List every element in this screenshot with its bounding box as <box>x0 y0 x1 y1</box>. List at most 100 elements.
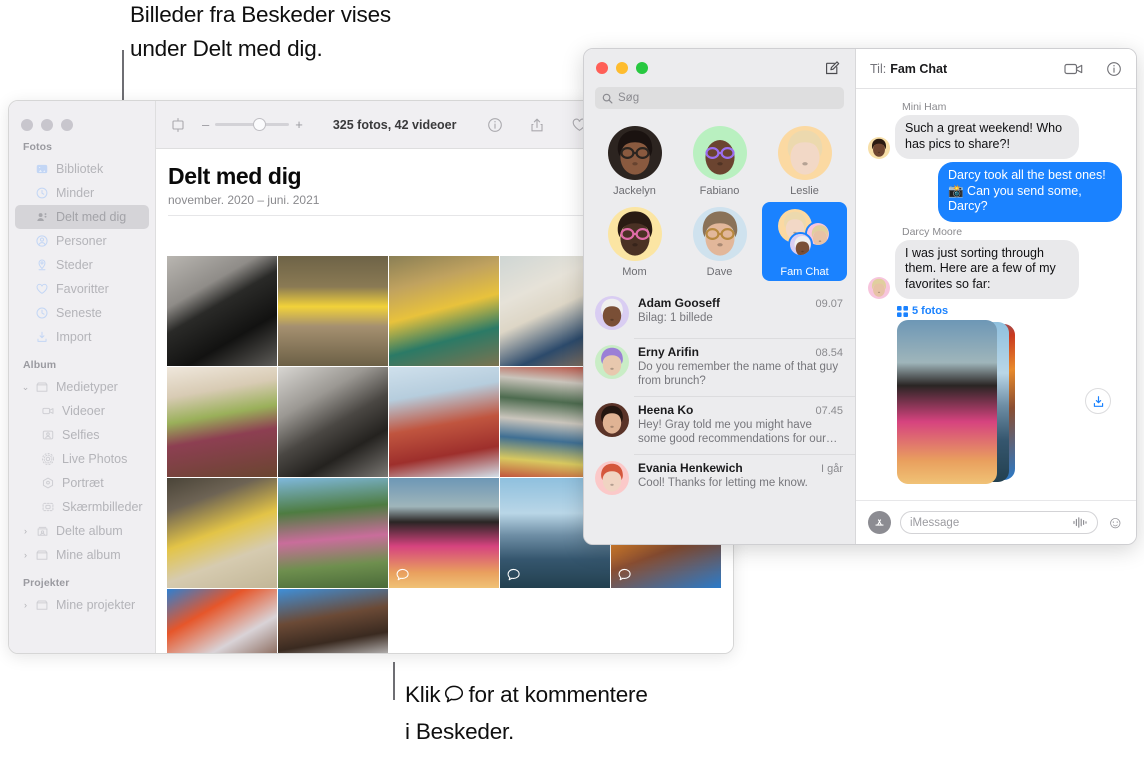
thread-title[interactable]: Fam Chat <box>890 62 947 76</box>
photo-thumbnail[interactable] <box>167 478 277 588</box>
sidebar-item-delte-album[interactable]: › Delte album <box>15 519 149 543</box>
conversation-preview: Hey! Gray told me you might have some go… <box>638 419 838 445</box>
sidebar-item-medietyper[interactable]: ⌄ Medietyper <box>15 375 149 399</box>
message-bubble[interactable]: I was just sorting through them. Here ar… <box>895 239 1079 299</box>
message-row: I was just sorting through them. Here ar… <box>868 239 1122 299</box>
minimize-button[interactable] <box>41 119 53 131</box>
search-icon <box>602 93 613 104</box>
conversation-time: I går <box>820 463 843 475</box>
zoom-in-label[interactable]: + <box>295 117 303 132</box>
photo-thumbnail[interactable] <box>389 367 499 477</box>
photo-stack[interactable] <box>897 320 1015 484</box>
sidebar-item-delt-med-dig[interactable]: Delt med dig <box>15 205 149 229</box>
sidebar-item-import[interactable]: Import <box>15 325 149 349</box>
maximize-button[interactable] <box>61 119 73 131</box>
conversation-top-row: Erny Arifin 08.54 <box>638 345 843 359</box>
conversation-name: Erny Arifin <box>638 345 699 359</box>
photo-thumbnail[interactable] <box>278 478 388 588</box>
pinned-conversation-jackelyn[interactable]: Jackelyn <box>592 121 677 200</box>
chevron-icon[interactable]: › <box>21 526 30 536</box>
photo-thumbnail[interactable] <box>389 478 499 588</box>
share-icon[interactable] <box>529 117 545 133</box>
minimize-button[interactable] <box>616 62 628 74</box>
screenshot-icon <box>41 500 55 514</box>
zoom-out-label[interactable]: – <box>202 117 209 132</box>
sidebar-item-sk-rmbilleder[interactable]: Skærmbilleder <box>15 495 149 519</box>
sidebar-item-mine-album[interactable]: › Mine album <box>15 543 149 567</box>
search-input[interactable]: Søg <box>595 87 844 109</box>
compose-icon[interactable] <box>824 60 841 77</box>
pinned-conversation-mom[interactable]: Mom <box>592 202 677 281</box>
close-button[interactable] <box>21 119 33 131</box>
photos-traffic-lights[interactable] <box>9 111 155 131</box>
save-download-icon[interactable] <box>1085 388 1111 414</box>
sidebar-item-personer[interactable]: Personer <box>15 229 149 253</box>
clock-icon <box>35 306 49 320</box>
sidebar-item-videoer[interactable]: Videoer <box>15 399 149 423</box>
attachment-photo-stack[interactable] <box>897 320 1122 484</box>
emoji-smiley-icon[interactable]: ☺ <box>1107 514 1124 531</box>
sidebar-item-seneste[interactable]: Seneste <box>15 301 149 325</box>
sidebar-item-label: Delte album <box>56 524 123 538</box>
conversation-list-item[interactable]: Adam Gooseff 09.07 Bilag: 1 billede <box>584 289 855 338</box>
sidebar-item-label: Selfies <box>62 428 100 442</box>
close-button[interactable] <box>596 62 608 74</box>
photo-thumbnail[interactable] <box>278 256 388 366</box>
comment-bubble-icon[interactable] <box>395 567 410 582</box>
comment-bubble-icon[interactable] <box>617 567 632 582</box>
conversation-list-item[interactable]: Erny Arifin 08.54 Do you remember the na… <box>584 338 855 396</box>
pinned-conversation-fam-chat[interactable]: Fam Chat <box>762 202 847 281</box>
messages-window[interactable]: Søg Jackelyn Fabiano Leslie Mom Dave Fam… <box>583 48 1137 545</box>
messages-sidebar: Søg Jackelyn Fabiano Leslie Mom Dave Fam… <box>584 49 856 544</box>
photo-thumbnail[interactable] <box>389 256 499 366</box>
conversation-list-item[interactable]: Heena Ko 07.45 Hey! Gray told me you mig… <box>584 396 855 454</box>
sidebar-item-minder[interactable]: Minder <box>15 181 149 205</box>
comment-bubble-icon[interactable] <box>506 567 521 582</box>
sidebar-item-bibliotek[interactable]: Bibliotek <box>15 157 149 181</box>
message-row: Such a great weekend! Who has pics to sh… <box>868 115 1122 159</box>
conversation-list-item[interactable]: Evania Henkewich I går Cool! Thanks for … <box>584 454 855 503</box>
photo-count-label: 325 fotos, 42 videoer <box>332 117 457 132</box>
photo-thumbnail[interactable] <box>167 256 277 366</box>
heart-icon <box>35 282 49 296</box>
photo-thumbnail[interactable] <box>278 589 388 653</box>
search-placeholder: Søg <box>618 92 640 104</box>
messages-traffic-lights[interactable] <box>596 62 648 74</box>
info-icon[interactable] <box>487 117 503 133</box>
avatar <box>868 277 890 299</box>
zoom-track[interactable] <box>215 118 290 131</box>
chevron-icon[interactable]: › <box>21 600 30 610</box>
avatar <box>775 207 835 261</box>
pinned-conversation-label: Mom <box>622 266 647 278</box>
message-bubble[interactable]: Darcy took all the best ones! 📸 Can you … <box>938 162 1122 222</box>
slideshow-icon[interactable] <box>170 117 186 133</box>
message-input[interactable]: iMessage <box>900 511 1098 534</box>
chevron-icon[interactable]: › <box>21 550 30 560</box>
app-store-icon[interactable] <box>868 511 891 534</box>
zoom-knob[interactable] <box>253 118 267 131</box>
video-camera-icon[interactable] <box>1064 62 1084 76</box>
sidebar-item-portr-t[interactable]: Portræt <box>15 471 149 495</box>
photo-thumbnail[interactable] <box>278 367 388 477</box>
photo-image-child-splashing-water <box>389 256 499 366</box>
attachment-photo-count[interactable]: 5 fotos <box>897 305 1122 317</box>
sidebar-item-selfies[interactable]: Selfies <box>15 423 149 447</box>
pinned-conversation-label: Fam Chat <box>780 266 829 278</box>
maximize-button[interactable] <box>636 62 648 74</box>
sidebar-item-steder[interactable]: Steder <box>15 253 149 277</box>
sidebar-item-mine-projekter[interactable]: › Mine projekter <box>15 593 149 617</box>
pinned-conversation-dave[interactable]: Dave <box>677 202 762 281</box>
sidebar-item-live-photos[interactable]: Live Photos <box>15 447 149 471</box>
photo-thumbnail[interactable] <box>167 367 277 477</box>
sidebar-item-favoritter[interactable]: Favoritter <box>15 277 149 301</box>
folder-icon <box>35 598 49 612</box>
audio-waveform-icon[interactable] <box>1072 516 1088 529</box>
chevron-icon[interactable]: ⌄ <box>21 382 30 393</box>
zoom-slider[interactable]: – + <box>202 117 303 132</box>
pinned-conversation-fabiano[interactable]: Fabiano <box>677 121 762 200</box>
pinned-conversation-leslie[interactable]: Leslie <box>762 121 847 200</box>
info-icon[interactable] <box>1106 61 1122 77</box>
sidebar-section-header: Fotos <box>23 141 53 153</box>
photo-thumbnail[interactable] <box>167 589 277 653</box>
message-bubble[interactable]: Such a great weekend! Who has pics to sh… <box>895 115 1079 159</box>
